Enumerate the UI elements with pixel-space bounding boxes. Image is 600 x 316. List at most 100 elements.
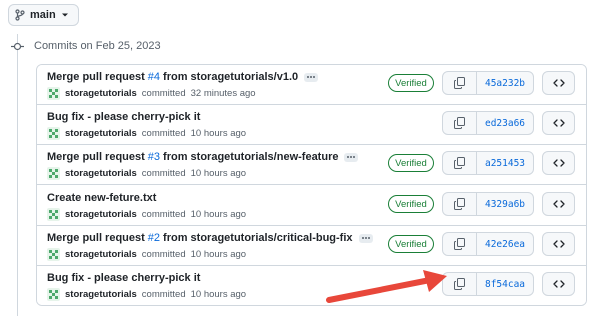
commit-author[interactable]: storagetutorials — [65, 128, 137, 139]
avatar — [47, 287, 60, 301]
browse-code-icon — [552, 79, 565, 87]
pull-request-link[interactable]: #4 — [148, 71, 160, 83]
expand-message-button[interactable] — [304, 72, 319, 82]
copy-icon — [454, 198, 465, 210]
commit-time: 32 minutes ago — [190, 87, 256, 99]
commit-meta: storagetutorials committed 32 minutes ago — [47, 86, 256, 100]
copy-sha-button[interactable] — [443, 112, 477, 134]
commit-actions: ed23a66 — [442, 111, 534, 135]
commit-title[interactable]: Merge pull request #4 from storagetutori… — [47, 71, 319, 83]
commit-author[interactable]: storagetutorials — [65, 289, 137, 300]
commit-message-prefix[interactable]: Merge pull request — [47, 71, 145, 83]
commit-actions: 4329a6b — [442, 192, 534, 216]
verified-badge[interactable]: Verified — [388, 154, 434, 172]
browse-code-icon — [552, 280, 565, 288]
commit-title[interactable]: Bug fix - please cherry-pick it — [47, 111, 200, 123]
commit-message-prefix[interactable]: Merge pull request — [47, 232, 145, 244]
browse-repo-button[interactable] — [542, 192, 575, 216]
commit-list: Merge pull request #4 from storagetutori… — [36, 64, 587, 306]
avatar — [47, 126, 60, 140]
commit-time: 10 hours ago — [190, 127, 247, 139]
copy-sha-button[interactable] — [443, 152, 477, 174]
browse-repo-button[interactable] — [542, 272, 575, 296]
commit-node-icon — [11, 42, 24, 51]
copy-icon — [454, 117, 465, 129]
browse-code-icon — [552, 200, 565, 208]
avatar — [47, 86, 60, 100]
branch-selector-button[interactable]: main — [8, 4, 79, 26]
commit-time: 10 hours ago — [190, 167, 247, 179]
commit-meta: storagetutorials committed 10 hours ago — [47, 247, 246, 261]
chevron-down-icon — [61, 13, 68, 17]
commit-author[interactable]: storagetutorials — [65, 209, 137, 220]
commit-author[interactable]: storagetutorials — [65, 249, 137, 260]
browse-repo-button[interactable] — [542, 71, 575, 95]
browse-repo-button[interactable] — [542, 232, 575, 256]
copy-icon — [454, 157, 465, 169]
commit-action: committed — [141, 208, 186, 220]
commit-author[interactable]: storagetutorials — [65, 88, 137, 99]
commit-action: committed — [141, 288, 186, 300]
commit-title[interactable]: Merge pull request #2 from storagetutori… — [47, 232, 373, 244]
branch-name: main — [30, 9, 56, 21]
commit-actions: a251453 — [442, 151, 534, 175]
avatar — [47, 207, 60, 221]
commits-date-heading: Commits on Feb 25, 2023 — [34, 40, 161, 52]
git-branch-icon — [15, 9, 25, 21]
browse-code-icon — [552, 159, 565, 167]
browse-code-icon — [552, 240, 565, 248]
commit-title[interactable]: Merge pull request #3 from storagetutori… — [47, 151, 359, 163]
expand-message-button[interactable] — [358, 233, 373, 243]
copy-sha-button[interactable] — [443, 72, 477, 94]
copy-icon — [454, 278, 465, 290]
avatar — [47, 166, 60, 180]
commit-row: Merge pull request #3 from storagetutori… — [37, 145, 586, 185]
commit-sha-link[interactable]: a251453 — [477, 152, 533, 174]
commit-time: 10 hours ago — [190, 248, 247, 260]
commit-author[interactable]: storagetutorials — [65, 168, 137, 179]
annotation-arrow-icon — [326, 270, 447, 303]
commit-sha-link[interactable]: 4329a6b — [477, 193, 533, 215]
commit-row: Merge pull request #4 from storagetutori… — [37, 65, 586, 105]
verified-badge[interactable]: Verified — [388, 74, 434, 92]
timeline-line — [17, 34, 18, 316]
commit-row: Bug fix - please cherry-pick it storagetu… — [37, 105, 586, 145]
commit-row: Create new-feture.txt storagetutorials com… — [37, 186, 586, 226]
commit-title[interactable]: Bug fix - please cherry-pick it — [47, 272, 200, 284]
commit-sha-link[interactable]: 8f54caa — [477, 273, 533, 295]
copy-icon — [454, 238, 465, 250]
commit-row: Bug fix - please cherry-pick it storagetu… — [37, 266, 586, 305]
browse-code-icon — [552, 119, 565, 127]
browse-repo-button[interactable] — [542, 151, 575, 175]
expand-message-button[interactable] — [344, 152, 359, 162]
commit-message-prefix[interactable]: Merge pull request — [47, 151, 145, 163]
commit-message-prefix[interactable]: Bug fix - please cherry-pick it — [47, 111, 200, 123]
verified-badge[interactable]: Verified — [388, 195, 434, 213]
commit-title[interactable]: Create new-feture.txt — [47, 192, 156, 204]
commit-action: committed — [141, 87, 186, 99]
commit-sha-link[interactable]: ed23a66 — [477, 112, 533, 134]
copy-sha-button[interactable] — [443, 193, 477, 215]
commit-meta: storagetutorials committed 10 hours ago — [47, 166, 246, 180]
commit-action: committed — [141, 167, 186, 179]
commit-message-prefix[interactable]: Create new-feture.txt — [47, 192, 156, 204]
commit-actions: 45a232b — [442, 71, 534, 95]
commit-row: Merge pull request #2 from storagetutori… — [37, 226, 586, 266]
commit-sha-link[interactable]: 45a232b — [477, 72, 533, 94]
copy-icon — [454, 77, 465, 89]
browse-repo-button[interactable] — [542, 111, 575, 135]
commit-actions: 8f54caa — [442, 272, 534, 296]
commit-sha-link[interactable]: 42e26ea — [477, 233, 533, 255]
commit-message-suffix[interactable]: from storagetutorials/new-feature — [163, 151, 338, 163]
pull-request-link[interactable]: #3 — [148, 151, 160, 163]
verified-badge[interactable]: Verified — [388, 235, 434, 253]
pull-request-link[interactable]: #2 — [148, 232, 160, 244]
commit-message-suffix[interactable]: from storagetutorials/critical-bug-fix — [163, 232, 352, 244]
copy-sha-button[interactable] — [443, 233, 477, 255]
commit-time: 10 hours ago — [190, 208, 247, 220]
commit-actions: 42e26ea — [442, 232, 534, 256]
commit-meta: storagetutorials committed 10 hours ago — [47, 287, 246, 301]
commit-message-suffix[interactable]: from storagetutorials/v1.0 — [163, 71, 298, 83]
commit-message-prefix[interactable]: Bug fix - please cherry-pick it — [47, 272, 200, 284]
commit-time: 10 hours ago — [190, 288, 247, 300]
